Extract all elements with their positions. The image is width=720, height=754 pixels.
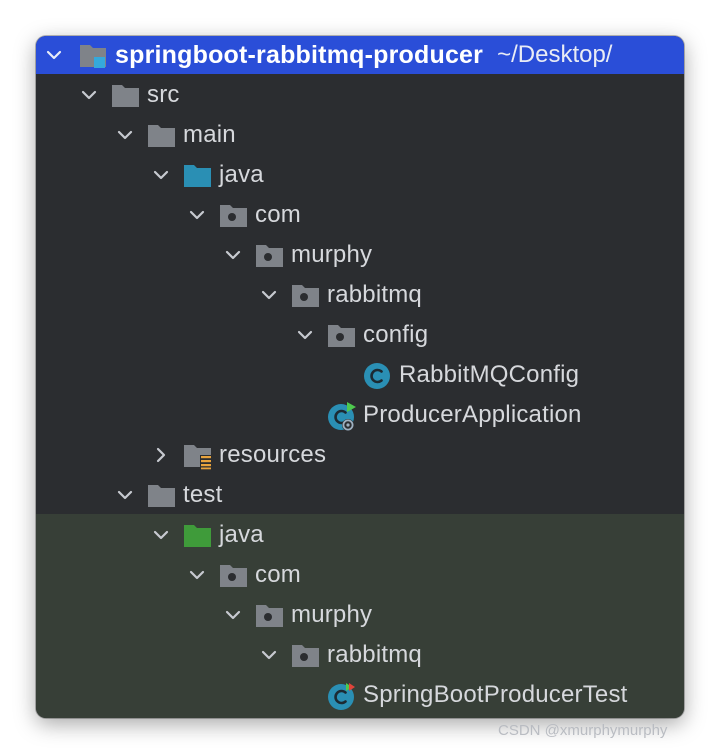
tree-item-label: murphy bbox=[291, 241, 373, 268]
tree-item-label: RabbitMQConfig bbox=[399, 361, 580, 388]
folder-icon bbox=[147, 122, 177, 148]
project-module-icon bbox=[79, 42, 109, 68]
chevron-down-icon[interactable] bbox=[152, 166, 170, 184]
test-root-folder-icon bbox=[183, 522, 213, 548]
tree-row-test-com[interactable]: com bbox=[36, 555, 684, 595]
tree-item-label: src bbox=[147, 81, 180, 108]
chevron-right-icon[interactable] bbox=[152, 446, 170, 464]
folder-icon bbox=[147, 482, 177, 508]
chevron-down-icon[interactable] bbox=[152, 526, 170, 544]
tree-row-main-java[interactable]: java bbox=[36, 155, 684, 195]
tree-row-test-java[interactable]: java bbox=[36, 515, 684, 555]
package-icon bbox=[291, 642, 321, 668]
test-class-icon bbox=[327, 682, 357, 710]
tree-row-producerapplication[interactable]: ProducerApplication bbox=[36, 395, 684, 435]
tree-row-config[interactable]: config bbox=[36, 315, 684, 355]
tree-row-main[interactable]: main bbox=[36, 115, 684, 155]
chevron-down-icon[interactable] bbox=[260, 286, 278, 304]
tree-item-label: SpringBootProducerTest bbox=[363, 681, 628, 708]
tree-item-label: test bbox=[183, 481, 223, 508]
chevron-down-icon[interactable] bbox=[260, 646, 278, 664]
project-root-row[interactable]: springboot-rabbitmq-producer ~/Desktop/ bbox=[36, 36, 684, 74]
tree-row-rabbitmqconfig[interactable]: RabbitMQConfig bbox=[36, 355, 684, 395]
tree-row-main-murphy[interactable]: murphy bbox=[36, 235, 684, 275]
resources-folder-icon bbox=[183, 442, 213, 470]
package-icon bbox=[219, 562, 249, 588]
chevron-down-icon[interactable] bbox=[116, 126, 134, 144]
package-icon bbox=[255, 242, 285, 268]
java-class-icon bbox=[363, 362, 393, 389]
package-icon bbox=[255, 602, 285, 628]
tree-row-src[interactable]: src bbox=[36, 75, 684, 115]
tree-item-label: ProducerApplication bbox=[363, 401, 582, 428]
tree-item-label: murphy bbox=[291, 601, 373, 628]
spring-boot-class-icon bbox=[327, 402, 357, 431]
package-icon bbox=[327, 322, 357, 348]
chevron-down-icon[interactable] bbox=[224, 246, 242, 264]
tree-item-label: com bbox=[255, 201, 301, 228]
tree-item-label: config bbox=[363, 321, 429, 348]
tree-item-label: resources bbox=[219, 441, 327, 468]
chevron-down-icon[interactable] bbox=[80, 86, 98, 104]
watermark: CSDN @xmurphymurphy bbox=[498, 722, 668, 739]
tree-row-main-rabbitmq[interactable]: rabbitmq bbox=[36, 275, 684, 315]
tree-item-label: rabbitmq bbox=[327, 641, 422, 668]
tree-row-main-com[interactable]: com bbox=[36, 195, 684, 235]
source-root-folder-icon bbox=[183, 162, 213, 188]
tree-row-test-rabbitmq[interactable]: rabbitmq bbox=[36, 635, 684, 675]
project-tool-window: springboot-rabbitmq-producer ~/Desktop/ … bbox=[36, 36, 684, 718]
tree-row-test-murphy[interactable]: murphy bbox=[36, 595, 684, 635]
tree-item-label: java bbox=[219, 521, 264, 548]
project-name: springboot-rabbitmq-producer bbox=[115, 40, 484, 69]
tree-item-label: main bbox=[183, 121, 236, 148]
chevron-down-icon[interactable] bbox=[188, 206, 206, 224]
package-icon bbox=[291, 282, 321, 308]
chevron-down-icon[interactable] bbox=[296, 326, 314, 344]
tree-item-label: java bbox=[219, 161, 264, 188]
package-icon bbox=[219, 202, 249, 228]
tree-row-springbootproducertest[interactable]: SpringBootProducerTest bbox=[36, 675, 684, 715]
chevron-down-icon[interactable] bbox=[45, 46, 63, 64]
folder-icon bbox=[111, 82, 141, 108]
chevron-down-icon[interactable] bbox=[188, 566, 206, 584]
tree-row-test[interactable]: test bbox=[36, 475, 684, 515]
tree-item-label: rabbitmq bbox=[327, 281, 422, 308]
tree-row-resources[interactable]: resources bbox=[36, 435, 684, 475]
chevron-down-icon[interactable] bbox=[224, 606, 242, 624]
tree-item-label: com bbox=[255, 561, 301, 588]
chevron-down-icon[interactable] bbox=[116, 486, 134, 504]
project-path: ~/Desktop/ bbox=[497, 41, 613, 68]
